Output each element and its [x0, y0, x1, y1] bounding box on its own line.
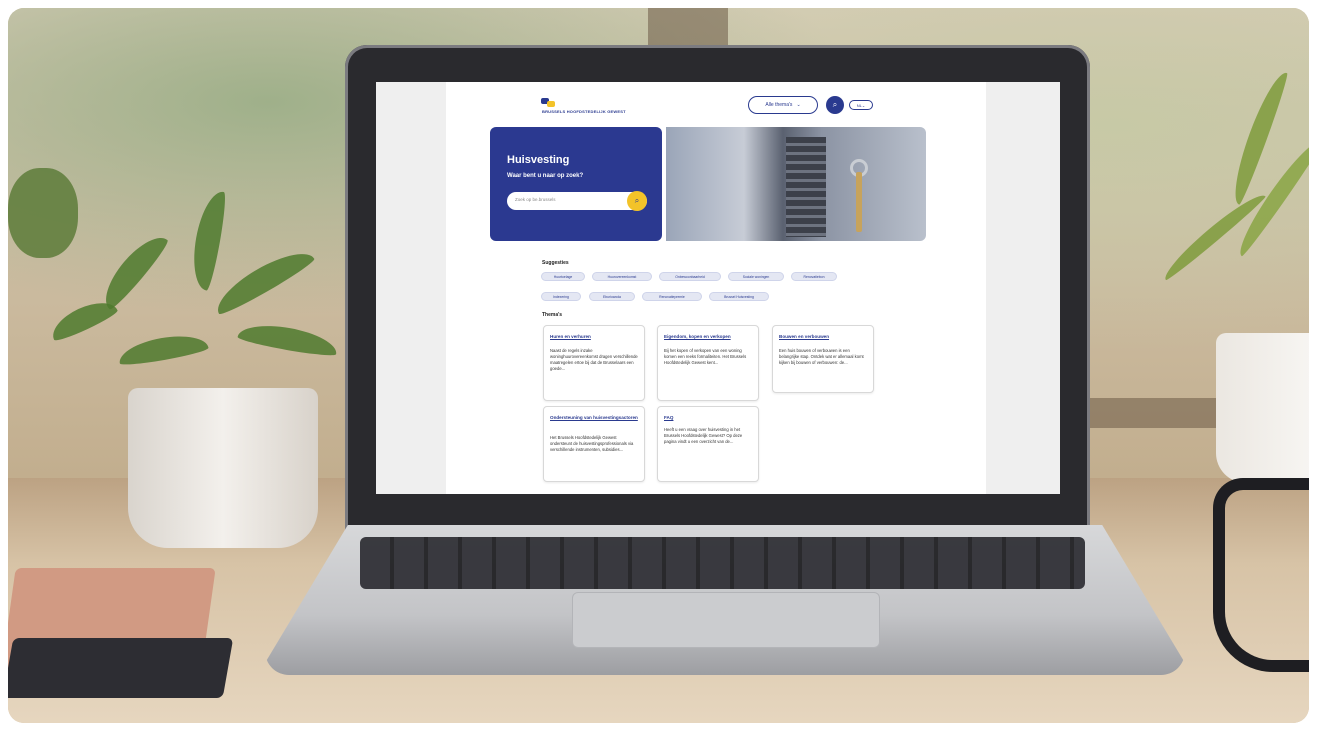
theme-card-title[interactable]: Huren en verhuren	[550, 334, 638, 340]
theme-card-text: Naast de regels inzake woninghuurovereen…	[550, 348, 638, 371]
hero-search-input[interactable]: Zoek op be.brussels ⌕	[507, 191, 647, 211]
search-icon: ⌕	[832, 100, 838, 109]
suggestion-chip[interactable]: Indexering	[541, 292, 581, 301]
theme-card[interactable]: Ondersteuning van huisvestingsactoren He…	[543, 406, 645, 482]
language-button[interactable]: NL ⌄	[849, 100, 873, 110]
theme-card[interactable]: Bouwen en verbouwen Een huis bouwen of v…	[772, 325, 874, 393]
suggestion-chip[interactable]: Huurtoelage	[541, 272, 585, 281]
theme-card[interactable]: FAQ Heeft u een vraag over huisvesting i…	[657, 406, 759, 482]
window-frame	[648, 8, 728, 48]
themes-title: Thema's	[542, 312, 563, 318]
site-header: BRUSSELS HOOFDSTEDELIJK GEWEST Alle them…	[446, 82, 986, 126]
plant-pot	[1216, 333, 1309, 483]
theme-card[interactable]: Eigendom, kopen en verkopen Bij het kope…	[657, 325, 759, 401]
hero-subtitle: Waar bent u naar op zoek?	[507, 173, 584, 179]
theme-card-title[interactable]: Ondersteuning van huisvestingsactoren	[550, 415, 638, 421]
suggestion-chip[interactable]: Renovatiepremie	[642, 292, 702, 301]
glasses	[1213, 478, 1309, 672]
keyboard	[360, 537, 1085, 589]
key	[856, 172, 862, 232]
hero-panel: Huisvesting Waar bent u naar op zoek? Zo…	[490, 127, 662, 241]
all-themes-button[interactable]: Alle thema's ⌄	[748, 96, 818, 114]
search-icon: ⌕	[634, 196, 640, 205]
suggestions-title: Suggesties	[542, 260, 569, 266]
trackpad	[572, 592, 880, 648]
notebook	[8, 638, 234, 698]
cactus	[8, 168, 78, 258]
logo-icon[interactable]	[541, 98, 555, 108]
theme-card-title[interactable]: FAQ	[664, 415, 752, 421]
suggestion-chip[interactable]: Eburiowoda	[589, 292, 635, 301]
suggestion-chip[interactable]: Renovatiebon	[791, 272, 837, 281]
header-search-button[interactable]: ⌕	[826, 96, 844, 114]
suggestion-chip[interactable]: Onbewoonbaarheid	[659, 272, 721, 281]
plant-pot	[128, 388, 318, 548]
suggestion-chip[interactable]: Huurovereenkomst	[592, 272, 652, 281]
chevron-down-icon: ⌄	[861, 102, 866, 108]
theme-card-text: Heeft u een vraag over huisvesting in he…	[664, 427, 743, 444]
chevron-down-icon: ⌄	[796, 102, 801, 108]
all-themes-label: Alle thema's	[765, 102, 793, 108]
theme-card-title[interactable]: Bouwen en verbouwen	[779, 334, 867, 340]
search-placeholder: Zoek op be.brussels	[515, 197, 556, 202]
website: BRUSSELS HOOFDSTEDELIJK GEWEST Alle them…	[446, 82, 986, 494]
suggestion-chip[interactable]: Brussel Huisvesting	[709, 292, 769, 301]
laptop-screen: BRUSSELS HOOFDSTEDELIJK GEWEST Alle them…	[376, 82, 1060, 494]
hero-search-button[interactable]: ⌕	[627, 191, 647, 211]
logo-text[interactable]: BRUSSELS HOOFDSTEDELIJK GEWEST	[542, 109, 626, 114]
staircase	[786, 137, 826, 237]
page-title: Huisvesting	[507, 154, 570, 166]
theme-card-text: Een huis bouwen of verbouwen is een bela…	[779, 348, 864, 365]
theme-card[interactable]: Huren en verhuren Naast de regels inzake…	[543, 325, 645, 401]
theme-card-title[interactable]: Eigendom, kopen en verkopen	[664, 334, 752, 340]
suggestion-chip[interactable]: Sociale woningen	[728, 272, 784, 281]
hero-image	[666, 127, 926, 241]
theme-card-text: Bij het kopen of verkopen van een woning…	[664, 348, 747, 365]
theme-card-text: Het Brussels Hoofdstedelijk Gewest onder…	[550, 435, 634, 452]
